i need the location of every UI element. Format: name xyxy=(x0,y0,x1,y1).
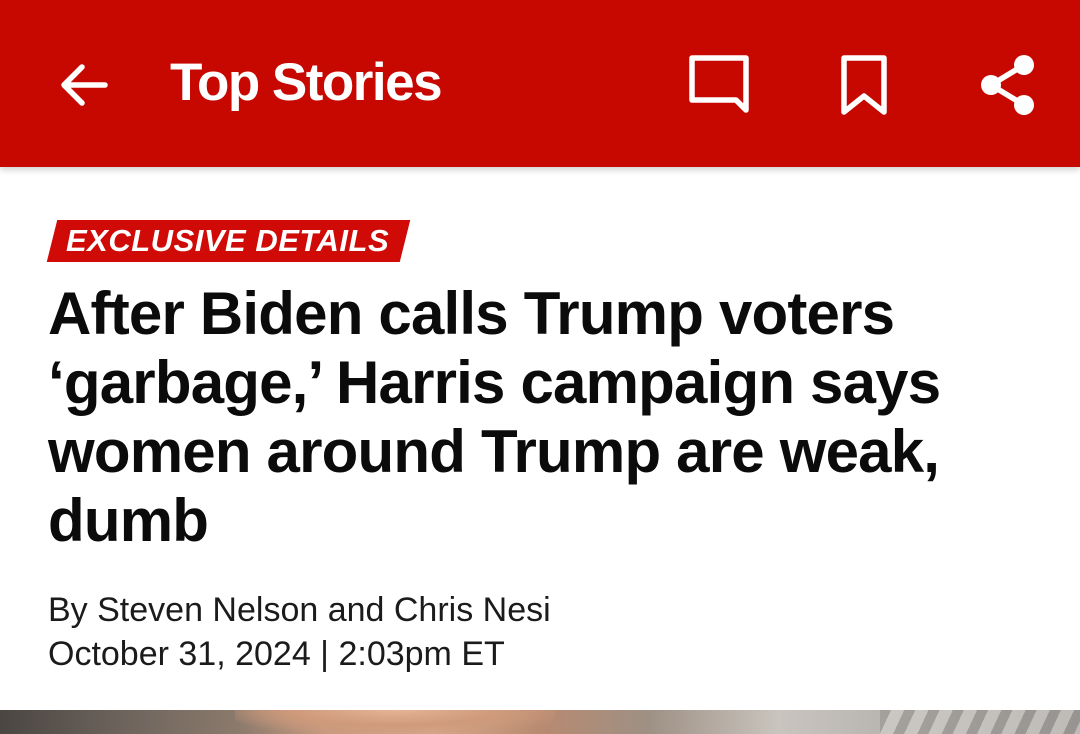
hero-image-face-area xyxy=(235,710,555,734)
article-byline: By Steven Nelson and Chris Nesi xyxy=(48,591,551,629)
comments-button[interactable] xyxy=(686,52,752,118)
bookmark-icon xyxy=(841,55,887,115)
share-button[interactable] xyxy=(975,52,1041,118)
article-dateline: October 31, 2024 | 2:03pm ET xyxy=(48,635,505,673)
comment-icon xyxy=(689,55,749,113)
app-bar: Top Stories xyxy=(0,0,1080,167)
exclusive-tag[interactable]: EXCLUSIVE DETAILS xyxy=(46,220,411,262)
article-content: EXCLUSIVE DETAILS After Biden calls Trum… xyxy=(0,167,1080,734)
page-title: Top Stories xyxy=(170,53,443,112)
arrow-back-icon xyxy=(61,64,108,106)
back-button[interactable] xyxy=(54,56,112,114)
bookmark-button[interactable] xyxy=(831,52,897,118)
article-headline: After Biden calls Trump voters ‘garbage,… xyxy=(48,280,941,554)
share-icon xyxy=(981,55,1034,115)
exclusive-tag-label: EXCLUSIVE DETAILS xyxy=(66,223,390,258)
article-hero-image[interactable] xyxy=(0,710,1080,734)
hero-image-background-pattern xyxy=(880,710,1080,734)
